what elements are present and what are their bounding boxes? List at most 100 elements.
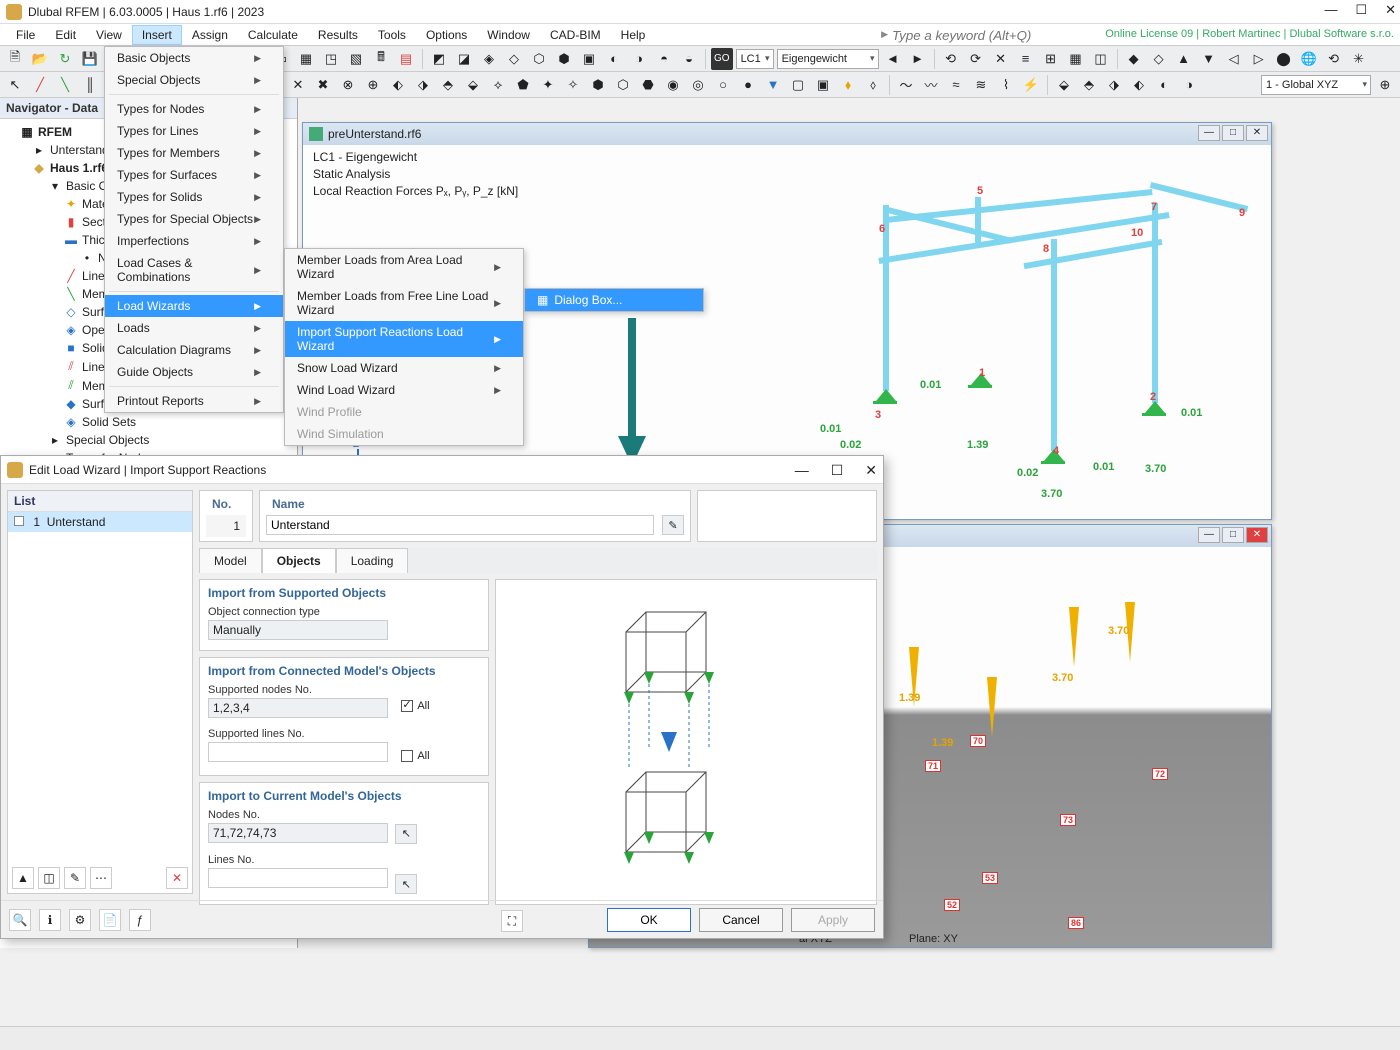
tool-icon[interactable]: ◇ bbox=[1148, 48, 1170, 70]
menu-item[interactable]: Imperfections▶ bbox=[105, 230, 283, 252]
tool-icon[interactable]: ▷ bbox=[1248, 48, 1270, 70]
tool-icon[interactable]: ⟳ bbox=[965, 48, 987, 70]
loadcase-selector[interactable]: LC1 bbox=[736, 49, 774, 69]
tool-icon[interactable]: ⬗ bbox=[412, 74, 434, 96]
tool-icon[interactable]: ⬘ bbox=[437, 74, 459, 96]
settings-icon[interactable]: ⚙ bbox=[69, 909, 91, 931]
ok-button[interactable]: OK bbox=[607, 908, 691, 932]
menu-item[interactable]: Calculation Diagrams▶ bbox=[105, 339, 283, 361]
tool-icon[interactable]: ⚡ bbox=[1020, 74, 1042, 96]
tree-item[interactable]: Solid Sets bbox=[82, 415, 136, 429]
menu-insert[interactable]: Insert bbox=[132, 25, 182, 45]
submenu-item[interactable]: Member Loads from Area Load Wizard▶ bbox=[285, 249, 523, 285]
tool-icon[interactable]: ⬘ bbox=[1078, 74, 1100, 96]
menu-results[interactable]: Results bbox=[308, 25, 368, 45]
open-file-icon[interactable]: 📂 bbox=[29, 48, 51, 70]
loadcase-name-selector[interactable]: Eigengewicht bbox=[777, 49, 879, 69]
tool-icon[interactable]: ⊕ bbox=[1374, 74, 1396, 96]
close-icon[interactable]: ✕ bbox=[1385, 2, 1396, 18]
supported-nodes-input[interactable]: 1,2,3,4 bbox=[208, 698, 388, 718]
delete-item-icon[interactable]: ✕ bbox=[166, 867, 188, 889]
tool-icon[interactable]: ◐ bbox=[603, 48, 625, 70]
dialog-box-flyout[interactable]: ▦Dialog Box... bbox=[524, 288, 704, 312]
copy-item-icon[interactable]: ◫ bbox=[38, 867, 60, 889]
tool-icon[interactable]: ◓ bbox=[653, 48, 675, 70]
refresh-icon[interactable]: ↻ bbox=[54, 48, 76, 70]
tool-icon[interactable]: ▣ bbox=[812, 74, 834, 96]
keyword-search-input[interactable] bbox=[890, 26, 1080, 44]
tab-objects[interactable]: Objects bbox=[262, 548, 336, 573]
tool-icon[interactable]: ✦ bbox=[537, 74, 559, 96]
tool-icon[interactable]: ╱ bbox=[29, 74, 51, 96]
pick-lines-icon[interactable]: ↖ bbox=[395, 874, 417, 894]
tool-icon[interactable]: ◫ bbox=[1090, 48, 1112, 70]
script-icon[interactable]: ƒ bbox=[129, 909, 151, 931]
tool-icon[interactable]: ◐ bbox=[1153, 74, 1175, 96]
menu-item[interactable]: Types for Surfaces▶ bbox=[105, 164, 283, 186]
tool-icon[interactable]: ◇ bbox=[503, 48, 525, 70]
info-icon[interactable]: ℹ bbox=[39, 909, 61, 931]
filter-icon[interactable]: ▼ bbox=[762, 74, 784, 96]
tool-icon[interactable]: ◑ bbox=[1178, 74, 1200, 96]
tool-icon[interactable]: ◪ bbox=[453, 48, 475, 70]
report-icon[interactable]: 📄 bbox=[99, 909, 121, 931]
tool-icon[interactable]: ⟡ bbox=[487, 74, 509, 96]
lines-input[interactable] bbox=[208, 868, 388, 888]
submenu-item-import-reactions[interactable]: Import Support Reactions Load Wizard▶ bbox=[285, 321, 523, 357]
arrow-icon[interactable]: ↖ bbox=[4, 74, 26, 96]
tool-icon[interactable]: ≈ bbox=[945, 74, 967, 96]
tab-model[interactable]: Model bbox=[199, 548, 262, 573]
tool-icon[interactable]: ◩ bbox=[428, 48, 450, 70]
maximize-icon[interactable]: ☐ bbox=[1355, 2, 1367, 18]
list-row[interactable]: 1 Unterstand bbox=[8, 512, 192, 532]
menu-file[interactable]: File bbox=[6, 25, 45, 45]
menu-item[interactable]: Types for Special Objects▶ bbox=[105, 208, 283, 230]
new-file-icon[interactable]: 🗎 bbox=[4, 48, 26, 70]
tool-icon[interactable]: ⬨ bbox=[862, 74, 884, 96]
viewport-maximize-icon[interactable]: □ bbox=[1222, 527, 1244, 543]
tool-icon[interactable]: ◳ bbox=[320, 48, 342, 70]
tool-icon[interactable]: ▣ bbox=[578, 48, 600, 70]
tool-icon[interactable]: ║ bbox=[79, 74, 101, 96]
menu-item[interactable]: Types for Nodes▶ bbox=[105, 98, 283, 120]
tab-loading[interactable]: Loading bbox=[336, 548, 409, 573]
nodes-input[interactable]: 71,72,74,73 bbox=[208, 823, 388, 843]
tool-icon[interactable]: ▦ bbox=[295, 48, 317, 70]
tool-icon[interactable]: ◈ bbox=[478, 48, 500, 70]
tool-icon[interactable]: ▢ bbox=[787, 74, 809, 96]
menu-item[interactable]: Types for Members▶ bbox=[105, 142, 283, 164]
load-wizards-submenu[interactable]: Member Loads from Area Load Wizard▶ Memb… bbox=[284, 248, 524, 446]
menu-calculate[interactable]: Calculate bbox=[238, 25, 308, 45]
help-icon[interactable]: 🔍 bbox=[9, 909, 31, 931]
tool-icon[interactable]: ◑ bbox=[628, 48, 650, 70]
tool-icon[interactable]: ⟲ bbox=[940, 48, 962, 70]
tool-icon[interactable]: ✕ bbox=[990, 48, 1012, 70]
tool-icon[interactable]: ⬡ bbox=[528, 48, 550, 70]
tool-icon[interactable]: ▲ bbox=[1173, 48, 1195, 70]
tool-icon[interactable]: ⬖ bbox=[387, 74, 409, 96]
menu-tools[interactable]: Tools bbox=[368, 25, 416, 45]
connection-type-select[interactable]: Manually bbox=[208, 620, 388, 640]
menu-window[interactable]: Window bbox=[477, 25, 540, 45]
tool-icon[interactable]: ⬣ bbox=[637, 74, 659, 96]
submenu-item[interactable]: Member Loads from Free Line Load Wizard▶ bbox=[285, 285, 523, 321]
menu-item-load-wizards[interactable]: Load Wizards▶ bbox=[105, 295, 283, 317]
menu-item[interactable]: Guide Objects▶ bbox=[105, 361, 283, 383]
dialog-box-item[interactable]: ▦Dialog Box... bbox=[525, 289, 703, 311]
globe-icon[interactable]: 🌐 bbox=[1298, 48, 1320, 70]
tool-icon[interactable]: ◎ bbox=[687, 74, 709, 96]
supported-lines-input[interactable] bbox=[208, 742, 388, 762]
tree-root[interactable]: RFEM bbox=[38, 125, 72, 139]
tool-icon[interactable]: ⬙ bbox=[462, 74, 484, 96]
tool-icon[interactable]: ⬢ bbox=[587, 74, 609, 96]
tool-icon[interactable]: ✕ bbox=[287, 74, 309, 96]
menu-assign[interactable]: Assign bbox=[182, 25, 238, 45]
prev-icon[interactable]: ◄ bbox=[882, 48, 904, 70]
tool-icon[interactable]: ╲ bbox=[54, 74, 76, 96]
tool-icon[interactable]: ⬟ bbox=[512, 74, 534, 96]
coordinate-selector[interactable]: 1 - Global XYZ bbox=[1261, 75, 1371, 95]
cancel-button[interactable]: Cancel bbox=[699, 908, 783, 932]
go-button[interactable]: GO bbox=[711, 48, 733, 70]
tool-icon[interactable]: ⬤ bbox=[1273, 48, 1295, 70]
menu-item[interactable]: Special Objects▶ bbox=[105, 69, 283, 91]
